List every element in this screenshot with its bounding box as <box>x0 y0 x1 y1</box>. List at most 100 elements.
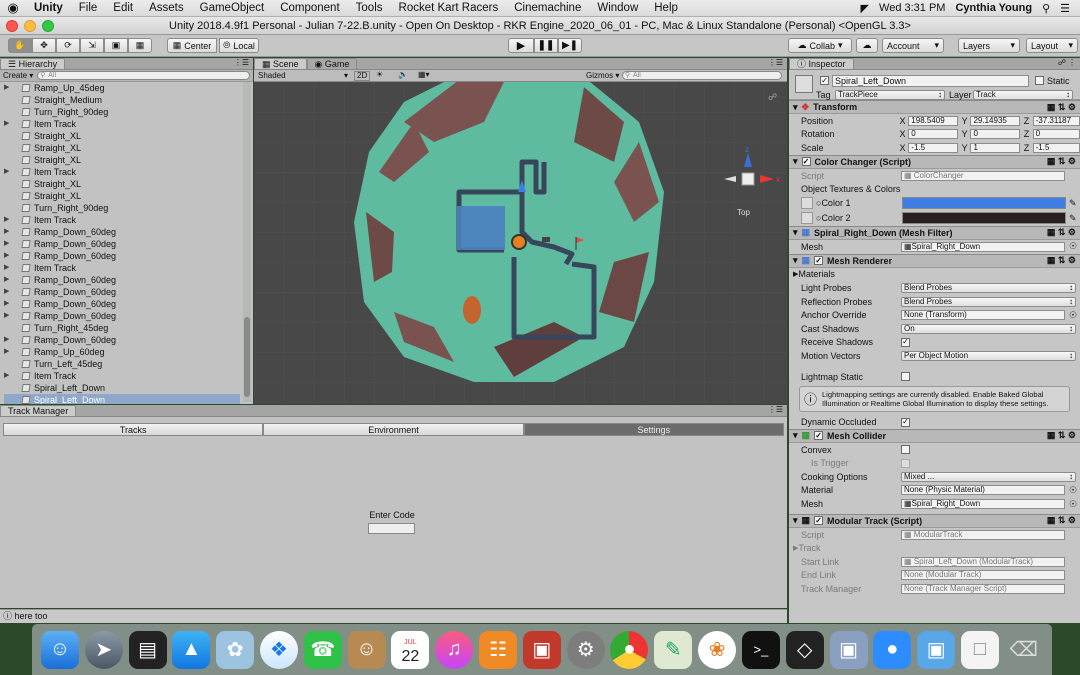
light-probes-dropdown[interactable]: Blend Probes ↕ <box>901 282 1076 293</box>
modular-track-header[interactable]: ▾ ▦ ✓ Modular Track (Script) ▦ ⇅ ⚙ <box>789 513 1080 528</box>
zoom-window-button[interactable] <box>42 20 54 32</box>
effects-icon[interactable]: ▦▾ <box>418 70 430 79</box>
hierarchy-item[interactable]: Straight_XL <box>4 154 240 166</box>
app-store-icon[interactable]: ▲ <box>172 630 211 669</box>
tab-settings[interactable]: Settings <box>523 423 784 436</box>
hierarchy-item[interactable]: ▶ Item Track <box>4 370 240 382</box>
hierarchy-item[interactable]: Straight_XL <box>4 130 240 142</box>
hierarchy-item[interactable]: Straight_Medium <box>4 94 240 106</box>
materials-row[interactable]: ▶ Materials <box>789 268 1080 282</box>
expand-arrow-icon[interactable]: ▶ <box>4 298 9 310</box>
component-enabled-checkbox[interactable]: ✓ <box>814 516 824 526</box>
hierarchy-item[interactable]: ▶ Item Track <box>4 166 240 178</box>
console-status-bar[interactable]: ⓘ here too <box>0 609 787 623</box>
mesh-field[interactable]: ▦Spiral_Right_Down <box>901 241 1065 252</box>
hierarchy-item[interactable]: ▶ Ramp_Up_45deg <box>4 82 240 94</box>
photo-booth-icon[interactable]: ▣ <box>522 630 561 669</box>
gizmos-dropdown[interactable]: Gizmos ▾ <box>586 71 619 80</box>
hierarchy-item[interactable]: Turn_Right_45deg <box>4 322 240 334</box>
active-checkbox[interactable]: ✓ <box>820 76 829 85</box>
rotate-tool-button[interactable]: ⟳ <box>56 38 80 53</box>
close-window-button[interactable] <box>6 20 18 32</box>
rect-tool-button[interactable]: ▣ <box>104 38 128 53</box>
audio-icon[interactable]: 🔈 <box>398 70 408 79</box>
expand-arrow-icon[interactable]: ▶ <box>4 274 9 286</box>
pivot-local-button[interactable]: ⦾ Local <box>219 38 259 53</box>
cooking-options-dropdown[interactable]: Mixed ... ↕ <box>901 471 1076 482</box>
menu-help[interactable]: Help <box>646 2 686 14</box>
mesh-collider-header[interactable]: ▾ ▦ ✓ Mesh Collider ▦ ⇅ ⚙ <box>789 428 1080 443</box>
component-enabled-checkbox[interactable]: ✓ <box>801 157 811 167</box>
hierarchy-scrollbar[interactable] <box>243 82 251 402</box>
lightmap-static-checkbox[interactable] <box>901 372 910 382</box>
step-button[interactable]: ▶❚ <box>558 38 582 53</box>
contacts-icon[interactable]: ☺ <box>347 630 386 669</box>
scale-tool-button[interactable]: ⇲ <box>80 38 104 53</box>
component-enabled-checkbox[interactable]: ✓ <box>814 256 824 266</box>
spotlight-icon[interactable]: ⚲ <box>1042 2 1050 15</box>
component-settings-icon[interactable]: ▦ ⇅ ⚙ <box>1047 255 1076 266</box>
motion-vectors-dropdown[interactable]: Per Object Motion ↕ <box>901 350 1076 361</box>
document-icon[interactable]: □ <box>960 630 999 669</box>
preview-icon[interactable]: ✿ <box>216 630 255 669</box>
hierarchy-item[interactable]: ▶ Ramp_Down_60deg <box>4 274 240 286</box>
unity-icon[interactable]: ◇ <box>785 630 824 669</box>
reflection-probes-dropdown[interactable]: Blend Probes ↕ <box>901 296 1076 307</box>
scale-z-field[interactable]: -1.5 <box>1032 142 1080 153</box>
eyedropper-icon[interactable]: ✎ <box>1069 198 1077 209</box>
pause-button[interactable]: ❚❚ <box>534 38 558 53</box>
enter-code-input[interactable] <box>368 523 415 534</box>
hierarchy-item[interactable]: Straight_XL <box>4 190 240 202</box>
tab-game[interactable]: ◉ Game <box>306 58 358 69</box>
receive-shadows-checkbox[interactable]: ✓ <box>901 337 910 347</box>
end-link-field[interactable]: None (Modular Track) <box>901 570 1065 581</box>
layout-dropdown[interactable]: Layout ▾ <box>1026 38 1078 53</box>
move-tool-button[interactable]: ✥ <box>32 38 56 53</box>
hierarchy-item[interactable]: Straight_XL <box>4 142 240 154</box>
collab-button[interactable]: ☁ Collab ▾ <box>788 38 852 53</box>
texture-slot[interactable] <box>801 197 813 210</box>
expand-arrow-icon[interactable]: ▶ <box>4 334 9 346</box>
component-settings-icon[interactable]: ▦ ⇅ ⚙ <box>1047 102 1076 113</box>
pivot-center-button[interactable]: ▦ Center <box>167 38 217 53</box>
terminal-icon[interactable]: >_ <box>741 630 780 669</box>
rotation-y-field[interactable]: 0 <box>970 129 1020 140</box>
position-y-field[interactable]: 29.14935 <box>970 115 1020 126</box>
menu-assets[interactable]: Assets <box>141 2 192 14</box>
apple-menu-icon[interactable]: ◉ <box>0 0 26 16</box>
hierarchy-item[interactable]: ▶ Item Track <box>4 118 240 130</box>
component-settings-icon[interactable]: ▦ ⇅ ⚙ <box>1047 430 1076 441</box>
activity-monitor-icon[interactable]: ▤ <box>128 630 167 669</box>
convex-checkbox[interactable] <box>901 445 910 455</box>
menu-tools[interactable]: Tools <box>348 2 391 14</box>
expand-arrow-icon[interactable]: ▶ <box>4 118 9 130</box>
panel-menu-icon[interactable]: ⋮☰ <box>234 58 249 67</box>
panel-menu-icon[interactable]: ⋮ <box>1068 58 1076 67</box>
menu-edit[interactable]: Edit <box>105 2 141 14</box>
script-field[interactable]: ▦ ColorChanger <box>901 170 1065 181</box>
transform-tool-button[interactable]: ▦ <box>128 38 152 53</box>
transform-component-header[interactable]: ▾ ✥ Transform ▦ ⇅ ⚙ <box>789 100 1080 114</box>
hierarchy-item[interactable]: ▶ Ramp_Down_60deg <box>4 250 240 262</box>
lighting-icon[interactable]: ☀ <box>376 70 383 79</box>
scale-x-field[interactable]: -1.5 <box>908 142 958 153</box>
clock[interactable]: Wed 3:31 PM <box>879 2 945 14</box>
expand-arrow-icon[interactable]: ▶ <box>4 238 9 250</box>
photos-icon[interactable]: ❀ <box>698 630 737 669</box>
modular-script-field[interactable]: ▦ ModularTrack <box>901 529 1065 540</box>
hierarchy-item[interactable]: Turn_Left_45deg <box>4 358 240 370</box>
collider-mesh-field[interactable]: ▦Spiral_Right_Down <box>901 499 1065 510</box>
expand-arrow-icon[interactable]: ▶ <box>4 286 9 298</box>
tab-inspector[interactable]: ⓘ Inspector <box>789 58 854 69</box>
create-dropdown[interactable]: Create ▾ <box>3 71 33 80</box>
cloud-button[interactable]: ☁ <box>856 38 878 53</box>
menu-file[interactable]: File <box>71 2 106 14</box>
safari-icon[interactable]: ❖ <box>259 630 298 669</box>
minimize-window-button[interactable] <box>24 20 36 32</box>
panel-menu-icon[interactable]: ⋮☰ <box>768 405 783 414</box>
dynamic-occluded-checkbox[interactable]: ✓ <box>901 417 910 427</box>
layer-dropdown[interactable]: Track ↕ <box>973 90 1073 100</box>
component-settings-icon[interactable]: ▦ ⇅ ⚙ <box>1047 515 1076 526</box>
tab-tracks[interactable]: Tracks <box>3 423 264 436</box>
mode-2d-button[interactable]: 2D <box>354 71 371 81</box>
